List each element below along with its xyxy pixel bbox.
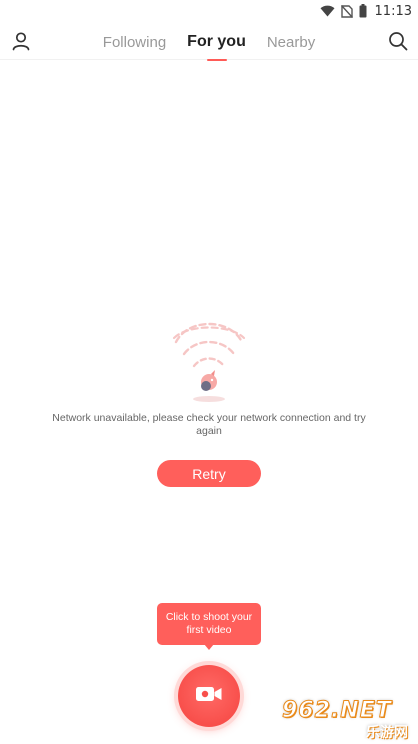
app-screen: 11:13 Following For you Nearby Network u… <box>0 0 418 744</box>
tab-nearby[interactable]: Nearby <box>267 32 315 51</box>
battery-icon <box>359 4 367 18</box>
site-watermark: 962.NET 乐游网 <box>282 698 414 742</box>
tab-nearby-label: Nearby <box>266 33 316 51</box>
status-bar: 11:13 <box>0 0 418 22</box>
active-tab-indicator <box>206 59 227 61</box>
video-camera-icon <box>195 685 223 708</box>
record-video-button[interactable] <box>178 665 240 727</box>
status-time: 11:13 <box>374 3 412 19</box>
watermark-subtext: 乐游网 <box>366 725 408 741</box>
watermark-text: 962.NET <box>282 698 392 724</box>
network-error-message: Network unavailable, please check your n… <box>52 412 366 437</box>
wifi-icon <box>320 5 335 17</box>
tab-following[interactable]: Following <box>103 32 166 51</box>
tab-for-you-label: For you <box>187 33 246 50</box>
top-navigation: Following For you Nearby <box>0 22 418 61</box>
shoot-tooltip-text: Click to shoot your first video <box>165 611 253 636</box>
search-icon[interactable] <box>386 29 410 53</box>
broken-signal-icon <box>170 320 248 405</box>
tab-following-label: Following <box>102 33 167 51</box>
retry-button[interactable]: Retry <box>157 460 261 487</box>
feed-tabs: Following For you Nearby <box>0 22 418 61</box>
shoot-tooltip: Click to shoot your first video <box>157 603 261 645</box>
tab-for-you[interactable]: For you <box>187 31 246 61</box>
no-sim-icon <box>340 4 353 18</box>
